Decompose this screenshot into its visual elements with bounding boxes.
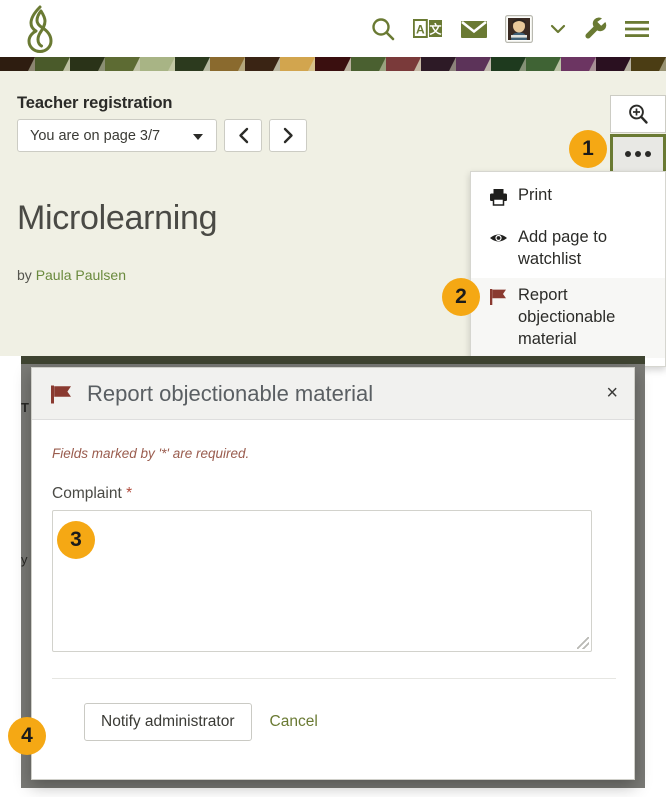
complaint-label-text: Complaint (52, 485, 122, 502)
hamburger-icon[interactable] (624, 19, 650, 39)
chevron-down-icon[interactable] (550, 23, 566, 35)
svg-text:文: 文 (429, 22, 442, 37)
header-icon-group: A 文 (370, 10, 650, 48)
menu-item-label: Report objectionable material (518, 285, 616, 348)
complaint-textarea[interactable] (52, 510, 592, 652)
callout-badge-4: 4 (8, 717, 46, 755)
menu-item-report-objectionable-material[interactable]: Report objectionable material (471, 277, 665, 358)
banner-triangle (659, 57, 666, 71)
inbox-icon[interactable] (460, 19, 488, 39)
callout-badge-3: 3 (57, 521, 95, 559)
menu-item-print[interactable]: Print (471, 178, 665, 220)
zoom-in-button[interactable] (610, 95, 666, 133)
required-fields-note: Fields marked by '*' are required. (52, 446, 250, 461)
page-selector-value: You are on page 3/7 (30, 127, 161, 144)
section-title: Teacher registration (17, 94, 173, 112)
ghost-text: y (21, 552, 28, 567)
ellipsis-icon (625, 151, 651, 157)
dialog-actions: Notify administrator Cancel (84, 703, 318, 741)
chevron-down-icon (193, 134, 203, 140)
chevron-right-icon (283, 127, 293, 144)
decorative-banner-stripe (0, 57, 666, 71)
svg-text:A: A (416, 23, 425, 37)
cancel-button[interactable]: Cancel (270, 713, 318, 731)
byline-author-link[interactable]: Paula Paulsen (36, 267, 126, 283)
resize-handle-icon[interactable] (577, 637, 589, 649)
site-header: A 文 (0, 0, 666, 57)
dialog-header: Report objectionable material × (32, 368, 634, 420)
menu-item-add-to-watchlist[interactable]: Add page to watchlist (471, 220, 665, 278)
dialog-divider (52, 678, 616, 679)
ghost-text: T (21, 400, 29, 415)
page-selector-dropdown[interactable]: You are on page 3/7 (17, 119, 217, 152)
notify-administrator-button[interactable]: Notify administrator (84, 703, 252, 741)
more-options-menu: Print Add page to watchlist Report objec… (470, 171, 666, 367)
byline-prefix: by (17, 267, 32, 283)
next-page-button[interactable] (269, 119, 307, 152)
menu-item-label: Print (518, 186, 552, 204)
magnifier-plus-icon (629, 104, 648, 124)
page-tools (610, 95, 666, 174)
mahara-logo[interactable] (14, 4, 66, 54)
eye-icon (489, 230, 508, 252)
callout-badge-2: 2 (442, 278, 480, 316)
translate-icon[interactable]: A 文 (413, 19, 443, 39)
dialog-title: Report objectionable material (87, 380, 374, 406)
page-title: Microlearning (17, 199, 218, 237)
avatar-icon[interactable] (505, 15, 533, 43)
page-byline: by Paula Paulsen (17, 267, 126, 283)
more-options-button[interactable] (610, 134, 666, 174)
flag-icon (50, 384, 74, 404)
underlying-banner-strip (21, 356, 645, 364)
page-navigation-bar: You are on page 3/7 (17, 119, 307, 152)
report-objectionable-material-dialog: Report objectionable material × Fields m… (31, 367, 635, 780)
chevron-left-icon (238, 127, 248, 144)
callout-badge-1: 1 (569, 130, 607, 168)
complaint-field-label: Complaint * (52, 485, 614, 503)
wrench-icon[interactable] (583, 16, 607, 42)
flag-icon (489, 288, 508, 312)
dialog-body: Fields marked by '*' are required. Compl… (32, 420, 634, 652)
previous-page-button[interactable] (224, 119, 262, 152)
search-icon[interactable] (370, 16, 396, 42)
menu-item-label: Add page to watchlist (518, 227, 607, 268)
printer-icon (489, 188, 508, 213)
required-marker: * (126, 485, 133, 502)
screenshot-root: Teacher registration You are on page 3/7… (0, 0, 666, 797)
close-icon[interactable]: × (606, 383, 618, 403)
